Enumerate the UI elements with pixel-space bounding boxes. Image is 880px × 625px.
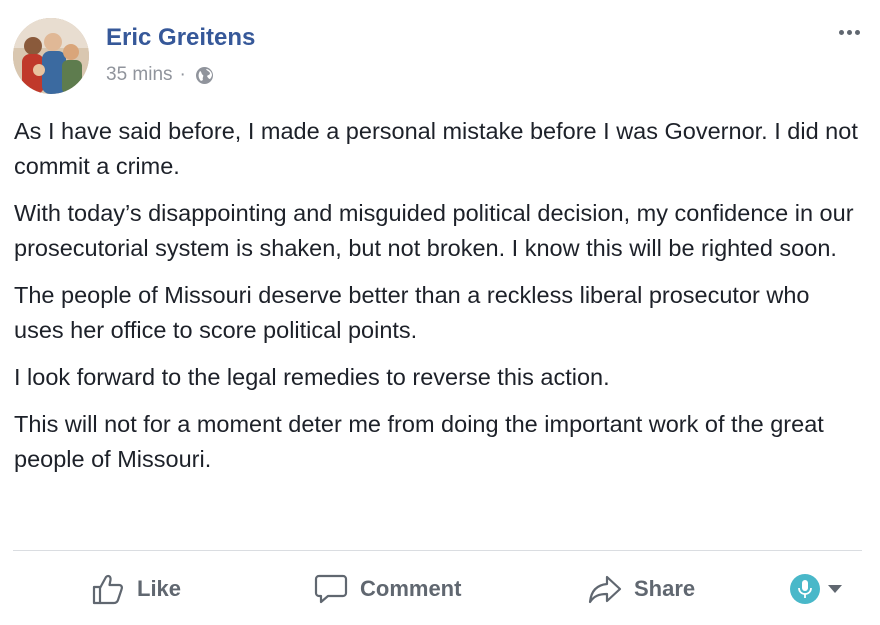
- post-paragraph: As I have said before, I made a personal…: [14, 118, 858, 179]
- speech-bubble-icon: [314, 574, 348, 604]
- share-label: Share: [634, 576, 696, 601]
- caret-down-icon: [828, 585, 842, 593]
- avatar[interactable]: [13, 18, 89, 94]
- author-name[interactable]: Eric Greitens: [106, 24, 255, 52]
- share-arrow-icon: [588, 575, 622, 604]
- post-timestamp[interactable]: 35 mins: [106, 64, 173, 86]
- reaction-picker[interactable]: [790, 574, 842, 604]
- post-body: As I have said before, I made a personal…: [14, 114, 864, 489]
- meta-separator: ·: [179, 64, 186, 85]
- globe-icon[interactable]: [195, 66, 214, 85]
- like-label: Like: [137, 576, 182, 601]
- comment-button[interactable]: Comment: [314, 566, 461, 612]
- microphone-icon: [790, 574, 820, 604]
- post-paragraph: The people of Missouri deserve better th…: [14, 282, 810, 343]
- post-paragraph: This will not for a moment deter me from…: [14, 411, 824, 472]
- more-options-icon[interactable]: [834, 22, 864, 42]
- thumbs-up-icon: [92, 574, 123, 605]
- like-button[interactable]: Like: [91, 566, 181, 612]
- share-button[interactable]: Share: [588, 566, 695, 612]
- avatar-photo: [13, 18, 89, 94]
- post-paragraph: With today’s disappointing and misguided…: [14, 200, 854, 261]
- facebook-post: Eric Greitens 35 mins · As I have said b…: [0, 0, 880, 625]
- post-meta: 35 mins ·: [106, 64, 214, 86]
- post-paragraph: I look forward to the legal remedies to …: [14, 364, 610, 390]
- action-bar: Like Comment Share: [0, 566, 880, 614]
- comment-label: Comment: [360, 576, 462, 601]
- action-divider: [13, 550, 862, 551]
